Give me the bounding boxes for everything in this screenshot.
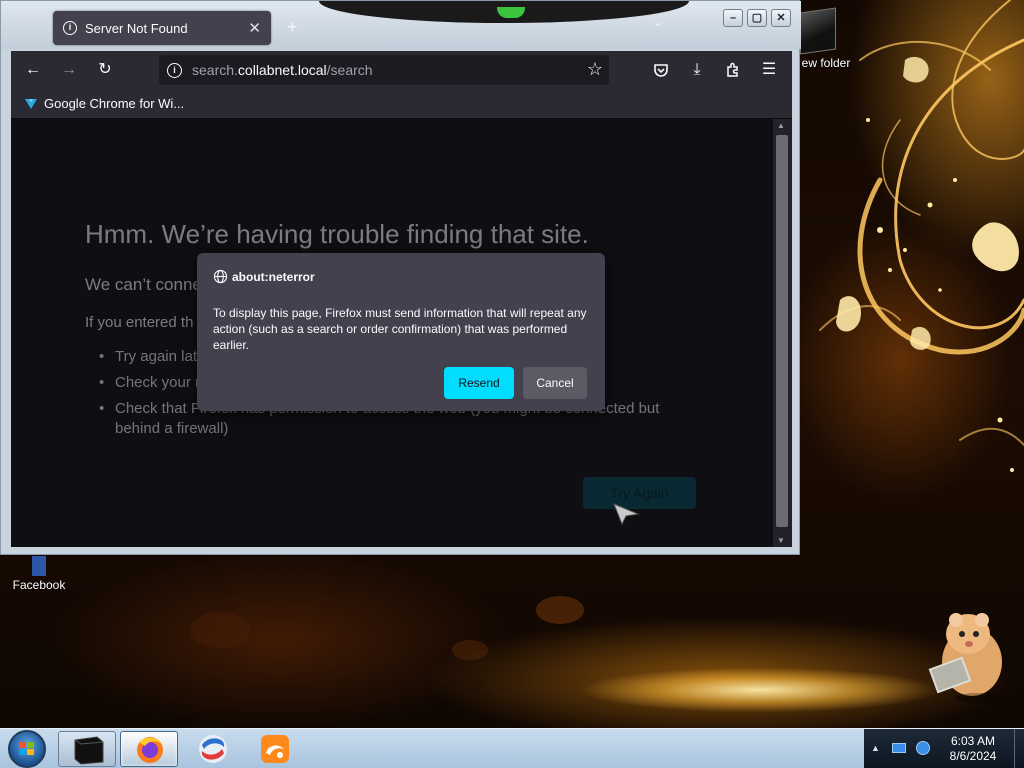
minimize-window-button[interactable]: – xyxy=(723,9,743,27)
taskbar-browser-app-button[interactable] xyxy=(184,731,242,767)
desktop-icon-new-folder[interactable]: ew folder xyxy=(796,7,856,70)
swirl-browser-icon xyxy=(199,735,227,763)
taskbar-clock[interactable]: 6:03 AM 8/6/2024 xyxy=(940,734,1006,764)
uc-browser-icon xyxy=(261,735,289,763)
terminal-box-icon xyxy=(74,736,104,765)
url-path: /search xyxy=(326,62,373,78)
bookmark-favicon-shape xyxy=(25,98,37,109)
bookmark-label: Google Chrome for Wi... xyxy=(44,96,185,111)
clock-date: 8/6/2024 xyxy=(949,749,997,763)
tab-server-not-found[interactable]: i Server Not Found ✕ xyxy=(53,11,271,45)
site-info-icon[interactable]: i xyxy=(167,62,182,78)
globe-icon xyxy=(213,269,228,284)
network-icon[interactable] xyxy=(892,743,906,753)
folder-icon xyxy=(800,7,836,55)
show-desktop-button[interactable] xyxy=(1014,729,1024,768)
taskbar-firefox-button[interactable] xyxy=(120,731,178,767)
bookmark-google-chrome[interactable]: Google Chrome for Wi... xyxy=(11,96,184,111)
info-icon: i xyxy=(63,21,77,35)
resend-button[interactable]: Resend xyxy=(444,367,514,399)
dialog-message: To display this page, Firefox must send … xyxy=(213,306,587,352)
facebook-icon xyxy=(32,556,46,576)
taskbar: ▲ 6:03 AM 8/6/2024 xyxy=(0,728,1024,768)
bookmarks-toolbar: Google Chrome for Wi... xyxy=(11,89,792,119)
navigation-toolbar: ← → ↻ i search. collabnet.local/search ☆ … xyxy=(11,51,792,89)
download-arrow-icon xyxy=(23,97,39,111)
url-host: collabnet.local xyxy=(237,62,327,78)
firefox-icon xyxy=(137,737,163,763)
show-hidden-icons-arrow-icon[interactable]: ▲ xyxy=(871,743,880,753)
mouse-cursor-icon xyxy=(612,500,640,531)
new-tab-plus-icon[interactable]: + xyxy=(287,17,298,38)
firefox-window: i Server Not Found ✕ + ⌄ – ▢ ✕ ← → ↻ i s… xyxy=(0,0,801,555)
hamster-icon xyxy=(928,613,1002,703)
hamster-gadget[interactable] xyxy=(918,604,1010,704)
pocket-shape xyxy=(654,64,668,77)
cancel-button[interactable]: Cancel xyxy=(523,367,587,399)
puzzle-shape xyxy=(727,62,738,77)
clock-time: 6:03 AM xyxy=(950,734,996,748)
pocket-icon[interactable] xyxy=(647,57,675,83)
window-titlebar[interactable]: i Server Not Found ✕ + ⌄ – ▢ ✕ xyxy=(1,1,801,49)
hamburger-menu-icon[interactable]: ☰ xyxy=(755,57,783,83)
titlebar-led xyxy=(497,7,525,18)
scrollbar-thumb[interactable] xyxy=(776,135,788,527)
reload-icon[interactable]: ↻ xyxy=(91,57,119,83)
resend-dialog: about:neterror To display this page, Fir… xyxy=(197,253,605,411)
tab-close-icon[interactable]: ✕ xyxy=(248,19,261,37)
taskbar-terminal-button[interactable] xyxy=(58,731,116,767)
titlebar-decoration xyxy=(319,1,689,23)
close-window-button[interactable]: ✕ xyxy=(771,9,791,27)
download-icon[interactable]: ⤓ xyxy=(683,57,711,83)
tab-title: Server Not Found xyxy=(85,20,188,36)
back-arrow-icon[interactable]: ← xyxy=(19,57,47,83)
taskbar-uc-browser-button[interactable] xyxy=(246,731,304,767)
start-button[interactable] xyxy=(8,730,46,768)
desktop-icon-facebook[interactable]: Facebook xyxy=(6,556,72,592)
cursor-arrow-shape xyxy=(613,503,640,526)
windows-logo-icon xyxy=(19,742,35,756)
desktop-icon-label: Facebook xyxy=(12,578,66,592)
bookmark-star-icon[interactable]: ☆ xyxy=(587,59,603,80)
system-tray: ▲ 6:03 AM 8/6/2024 xyxy=(864,729,1024,768)
desktop-icon-label: ew folder xyxy=(801,56,851,70)
extensions-puzzle-icon[interactable] xyxy=(719,57,747,83)
url-bar[interactable]: i search. collabnet.local/search ☆ xyxy=(159,55,609,85)
scroll-down-arrow-icon[interactable]: ▼ xyxy=(777,536,785,545)
volume-icon[interactable] xyxy=(916,741,930,755)
vertical-scrollbar[interactable]: ▲ ▼ xyxy=(773,119,792,547)
scroll-up-arrow-icon[interactable]: ▲ xyxy=(777,121,785,130)
dialog-header: about:neterror xyxy=(213,269,315,284)
list-all-tabs-chevron-icon[interactable]: ⌄ xyxy=(653,15,663,29)
url-subdomain: search. xyxy=(192,62,238,78)
maximize-window-button[interactable]: ▢ xyxy=(747,9,767,27)
dialog-origin: about:neterror xyxy=(232,269,315,284)
forward-arrow-icon[interactable]: → xyxy=(55,57,83,83)
